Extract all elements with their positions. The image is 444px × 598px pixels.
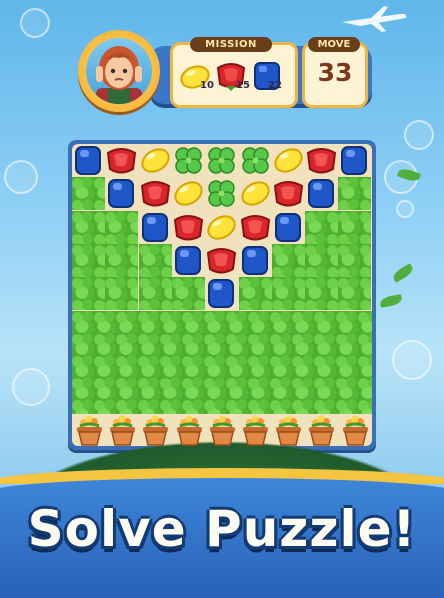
blue-box-goal-count: 22: [268, 80, 282, 91]
mission-label: MISSION: [190, 37, 272, 52]
grass-tile[interactable]: [72, 210, 105, 244]
grass-tile[interactable]: [338, 210, 372, 244]
bubble: [20, 8, 50, 38]
airplane-icon: [342, 6, 407, 32]
leaf-decoration: [379, 294, 403, 308]
grass-tile[interactable]: [105, 277, 139, 311]
flower-pot-icon: [140, 414, 171, 446]
lemon-tile[interactable]: [139, 144, 172, 177]
grass-tile[interactable]: [171, 277, 205, 311]
grass-tile[interactable]: [271, 277, 305, 311]
box-tile[interactable]: [305, 177, 338, 210]
rose-goal-count: 15: [236, 80, 250, 91]
grass-tile[interactable]: [72, 277, 105, 311]
rose-tile[interactable]: [239, 211, 272, 244]
lemon-goal-count: 10: [200, 80, 214, 91]
box-tile[interactable]: [239, 244, 272, 277]
bubble: [404, 120, 434, 150]
lemon-tile[interactable]: [205, 211, 238, 244]
flower-pot-icon: [240, 414, 271, 446]
flower-pot-icon: [174, 414, 205, 446]
flower-pot-icon: [207, 414, 238, 446]
grass-tile[interactable]: [105, 243, 139, 277]
moves-left: 33: [317, 58, 353, 87]
character-portrait-icon: [96, 46, 142, 104]
box-tile[interactable]: [139, 211, 172, 244]
grass-tile[interactable]: [338, 243, 372, 277]
move-label: MOVE: [308, 37, 360, 52]
grass-tile[interactable]: [72, 243, 105, 277]
flower-pot-icon: [306, 414, 337, 446]
grass-tile[interactable]: [338, 177, 372, 211]
rose-tile[interactable]: [139, 177, 172, 210]
grass-tile[interactable]: [305, 277, 339, 311]
bubble: [12, 368, 50, 406]
box-tile[interactable]: [72, 144, 105, 177]
clover-tile[interactable]: [172, 144, 205, 177]
grass-tile[interactable]: [138, 243, 172, 277]
clover-tile[interactable]: [205, 144, 238, 177]
grass-tile[interactable]: [305, 243, 339, 277]
rose-tile[interactable]: [272, 177, 305, 210]
grass-tile[interactable]: [338, 277, 372, 311]
bubble: [396, 200, 414, 218]
rose-tile[interactable]: [172, 211, 205, 244]
rose-tile[interactable]: [105, 144, 138, 177]
flower-pot-icon: [107, 414, 138, 446]
rose-tile[interactable]: [305, 144, 338, 177]
grass-tile[interactable]: [138, 277, 172, 311]
rose-tile[interactable]: [205, 244, 238, 277]
bubble: [4, 160, 38, 194]
game-board[interactable]: [72, 144, 372, 446]
grass-tile[interactable]: [271, 243, 305, 277]
grass-tile[interactable]: [305, 210, 339, 244]
avatar[interactable]: [78, 30, 160, 112]
bubble: [392, 340, 432, 380]
lemon-tile[interactable]: [272, 144, 305, 177]
clover-tile[interactable]: [239, 144, 272, 177]
lemon-tile[interactable]: [172, 177, 205, 210]
grass-tile[interactable]: [238, 277, 272, 311]
cta-title: Solve Puzzle!: [27, 500, 417, 558]
grass-field[interactable]: [72, 310, 372, 414]
leaf-decoration: [390, 263, 416, 283]
box-tile[interactable]: [105, 177, 138, 210]
box-tile[interactable]: [205, 277, 238, 310]
box-tile[interactable]: [272, 211, 305, 244]
lemon-tile[interactable]: [239, 177, 272, 210]
grass-tile[interactable]: [105, 210, 139, 244]
clover-tile[interactable]: [205, 177, 238, 210]
avatar-portrait: [86, 38, 152, 104]
flower-pot-icon: [74, 414, 105, 446]
box-tile[interactable]: [338, 144, 371, 177]
flower-pot-icon: [340, 414, 371, 446]
flower-pot-icon: [273, 414, 304, 446]
grass-tile[interactable]: [72, 177, 105, 211]
box-tile[interactable]: [172, 244, 205, 277]
